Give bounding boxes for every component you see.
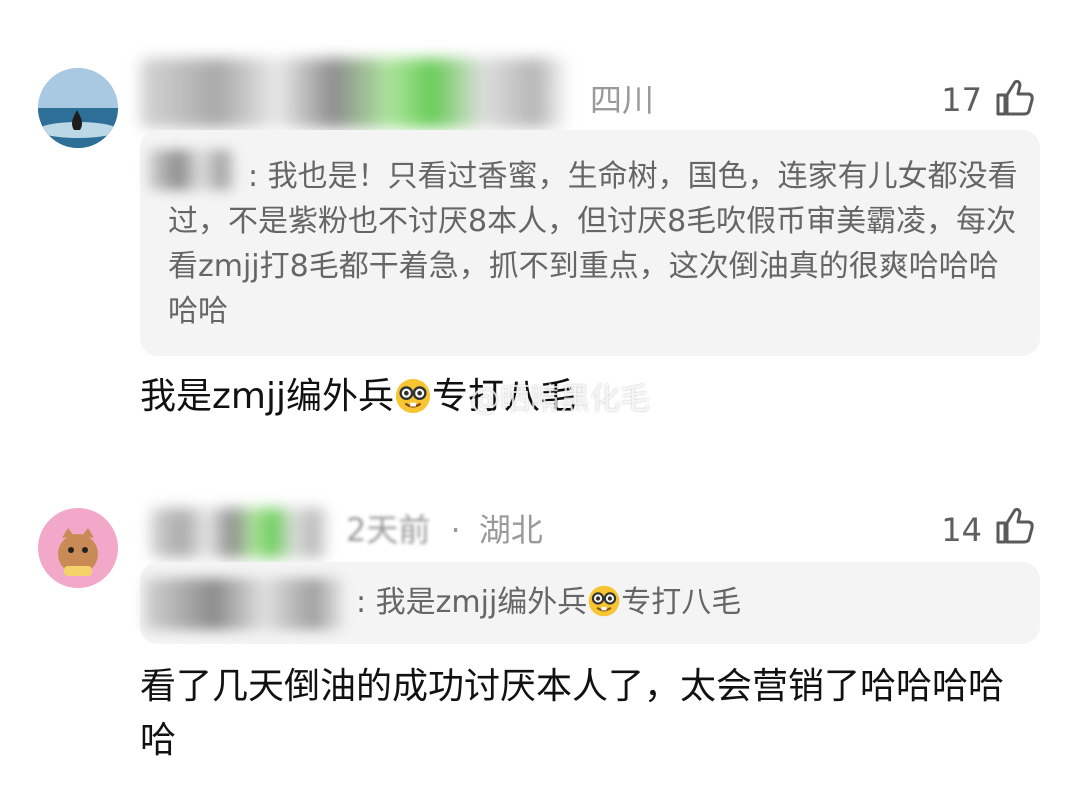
username-redacted[interactable] — [150, 508, 330, 558]
nerd-face-emoji-icon — [588, 585, 620, 617]
comment-body: 看了几天倒油的成功讨厌本人了，太会营销了哈哈哈哈哈 — [140, 666, 1005, 761]
quoted-reply-text: : 我也是！只看过香蜜，生命树，国色，连家有儿女都没看过，不是紫粉也不讨厌8本人… — [168, 159, 1018, 329]
comment-2: 2天前 · 湖北 14 : 我是zmjj编外兵 专打八毛 看了几天倒油的成功讨厌… — [0, 470, 1080, 796]
meta-separator: · — [450, 511, 461, 549]
username-redacted[interactable] — [140, 58, 570, 128]
comment-time-location: 2天前 · 湖北 — [346, 510, 543, 550]
comment-location: 四川 — [590, 81, 655, 119]
user-avatar[interactable] — [38, 508, 118, 588]
quoted-reply-text: : 我是zmjj编外兵 专打八毛 — [356, 580, 1036, 625]
quoted-reply[interactable]: : 我也是！只看过香蜜，生命树，国色，连家有儿女都没看过，不是紫粉也不讨厌8本人… — [140, 130, 1040, 356]
quoted-reply[interactable]: : 我是zmjj编外兵 专打八毛 — [140, 562, 1040, 644]
user-avatar[interactable] — [38, 68, 118, 148]
nerd-face-emoji-icon — [395, 378, 431, 414]
watermark: @晒晴黑化毛 — [470, 382, 650, 417]
quoted-username-redacted — [144, 578, 344, 630]
thumbs-up-icon[interactable] — [992, 76, 1036, 120]
comment-body-text: 我是zmjj编外兵 — [140, 376, 394, 417]
like-count: 14 — [941, 511, 982, 549]
comment-location: 湖北 — [478, 511, 543, 549]
comment-time: 2天前 — [346, 511, 431, 549]
quoted-reply-text-end: 专打八毛 — [621, 585, 742, 620]
thumbs-up-icon[interactable] — [992, 504, 1036, 548]
quoted-reply-text-start: : 我是zmjj编外兵 — [356, 585, 588, 620]
comment-1: 四川 17 : 我也是！只看过香蜜，生命树，国色，连家有儿女都没看过，不是紫粉也… — [0, 0, 1080, 470]
like-count: 17 — [941, 81, 982, 119]
